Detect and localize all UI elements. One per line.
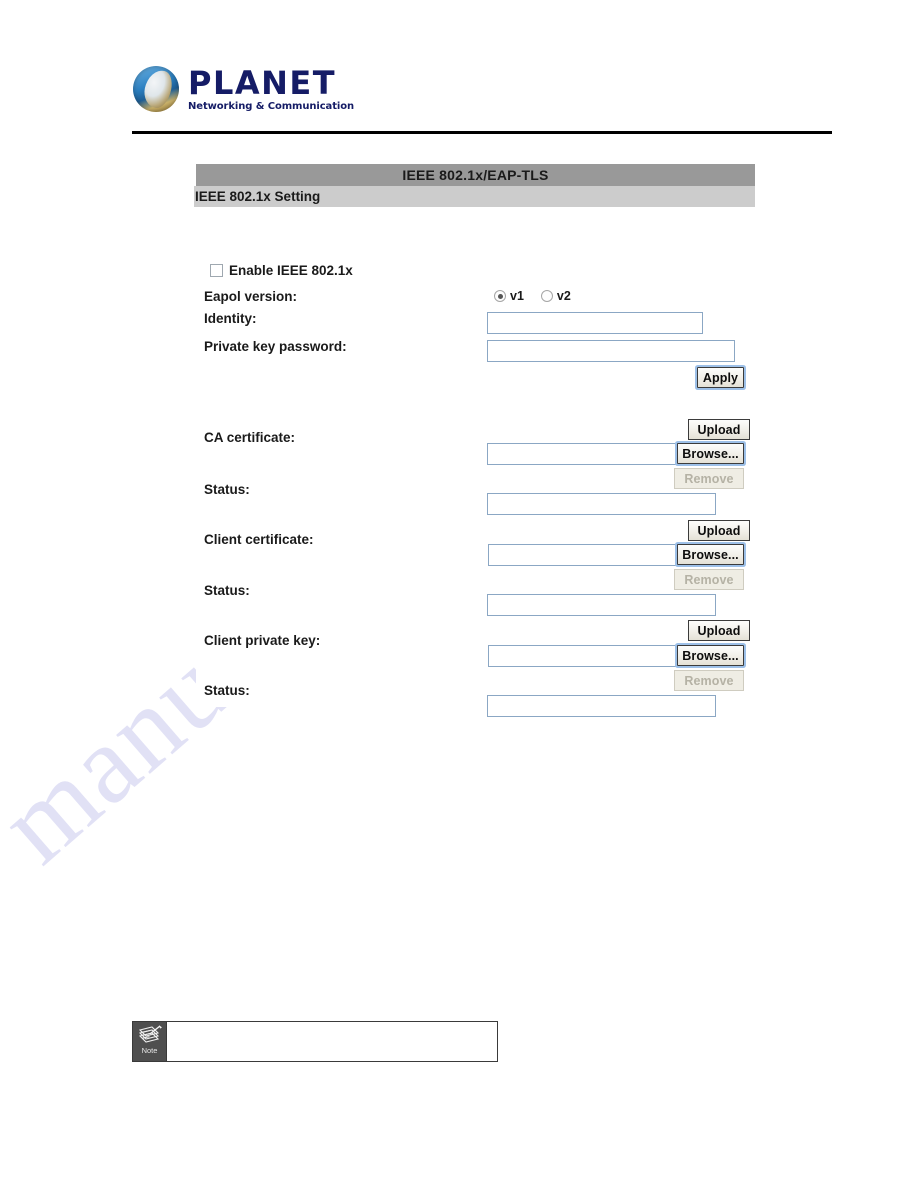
ca-certificate-browse-button[interactable]: Browse...	[677, 443, 744, 464]
panel-title: IEEE 802.1x/EAP-TLS	[196, 164, 755, 186]
client-certificate-browse-button[interactable]: Browse...	[677, 544, 744, 565]
client-private-key-remove-button[interactable]: Remove	[674, 670, 744, 691]
client-certificate-status-input[interactable]	[487, 594, 716, 616]
note-pencil-icon: Note	[133, 1022, 167, 1061]
eapol-v1-label: v1	[510, 289, 524, 303]
client-private-key-upload-button[interactable]: Upload	[688, 620, 750, 641]
brand-tagline: Networking & Communication	[188, 100, 354, 112]
ca-certificate-status-label: Status:	[204, 482, 250, 497]
eapol-v2-radio[interactable]	[540, 290, 553, 302]
identity-label: Identity:	[204, 311, 257, 326]
ca-certificate-remove-button[interactable]: Remove	[674, 468, 744, 489]
client-private-key-browse-button[interactable]: Browse...	[677, 645, 744, 666]
client-certificate-file-input[interactable]	[488, 544, 684, 566]
ca-certificate-label: CA certificate:	[204, 430, 296, 445]
client-certificate-upload-button[interactable]: Upload	[688, 520, 750, 541]
ca-certificate-status-input[interactable]	[487, 493, 716, 515]
eapol-version-label: Eapol version:	[204, 289, 298, 304]
private-key-password-input[interactable]	[487, 340, 735, 362]
apply-button[interactable]: Apply	[697, 367, 744, 388]
client-certificate-remove-button[interactable]: Remove	[674, 569, 744, 590]
eapol-v2-label: v2	[556, 289, 571, 303]
client-private-key-status-input[interactable]	[487, 695, 716, 717]
note-text	[167, 1022, 497, 1061]
eapol-v1-radio[interactable]	[494, 290, 506, 302]
panel-section-header: IEEE 802.1x Setting	[194, 186, 755, 207]
panel-body: Enable IEEE 802.1x Eapol version: v1 v2 …	[196, 207, 755, 717]
enable-8021x-label: Enable IEEE 802.1x	[229, 263, 353, 278]
client-certificate-status-label: Status:	[204, 583, 250, 598]
enable-8021x-checkbox[interactable]	[210, 264, 223, 277]
eapol-version-group[interactable]: v1 v2	[494, 289, 571, 303]
header-divider	[132, 131, 832, 134]
client-private-key-file-input[interactable]	[488, 645, 684, 667]
config-panel: IEEE 802.1x/EAP-TLS IEEE 802.1x Setting …	[194, 164, 755, 717]
planet-globe-icon	[133, 66, 179, 112]
private-key-password-label: Private key password:	[204, 339, 347, 354]
brand-logo: PLANET Networking & Communication	[133, 66, 354, 112]
enable-8021x-row[interactable]: Enable IEEE 802.1x	[210, 263, 353, 278]
note-box: Note	[132, 1021, 498, 1062]
ca-certificate-upload-button[interactable]: Upload	[688, 419, 750, 440]
client-private-key-status-label: Status:	[204, 683, 250, 698]
client-certificate-label: Client certificate:	[204, 532, 314, 547]
client-private-key-label: Client private key:	[204, 633, 321, 648]
ca-certificate-file-input[interactable]	[487, 443, 683, 465]
brand-wordmark: PLANET Networking & Communication	[188, 67, 354, 112]
identity-input[interactable]	[487, 312, 703, 334]
brand-name: PLANET	[188, 63, 337, 102]
note-icon-label: Note	[141, 1046, 158, 1055]
